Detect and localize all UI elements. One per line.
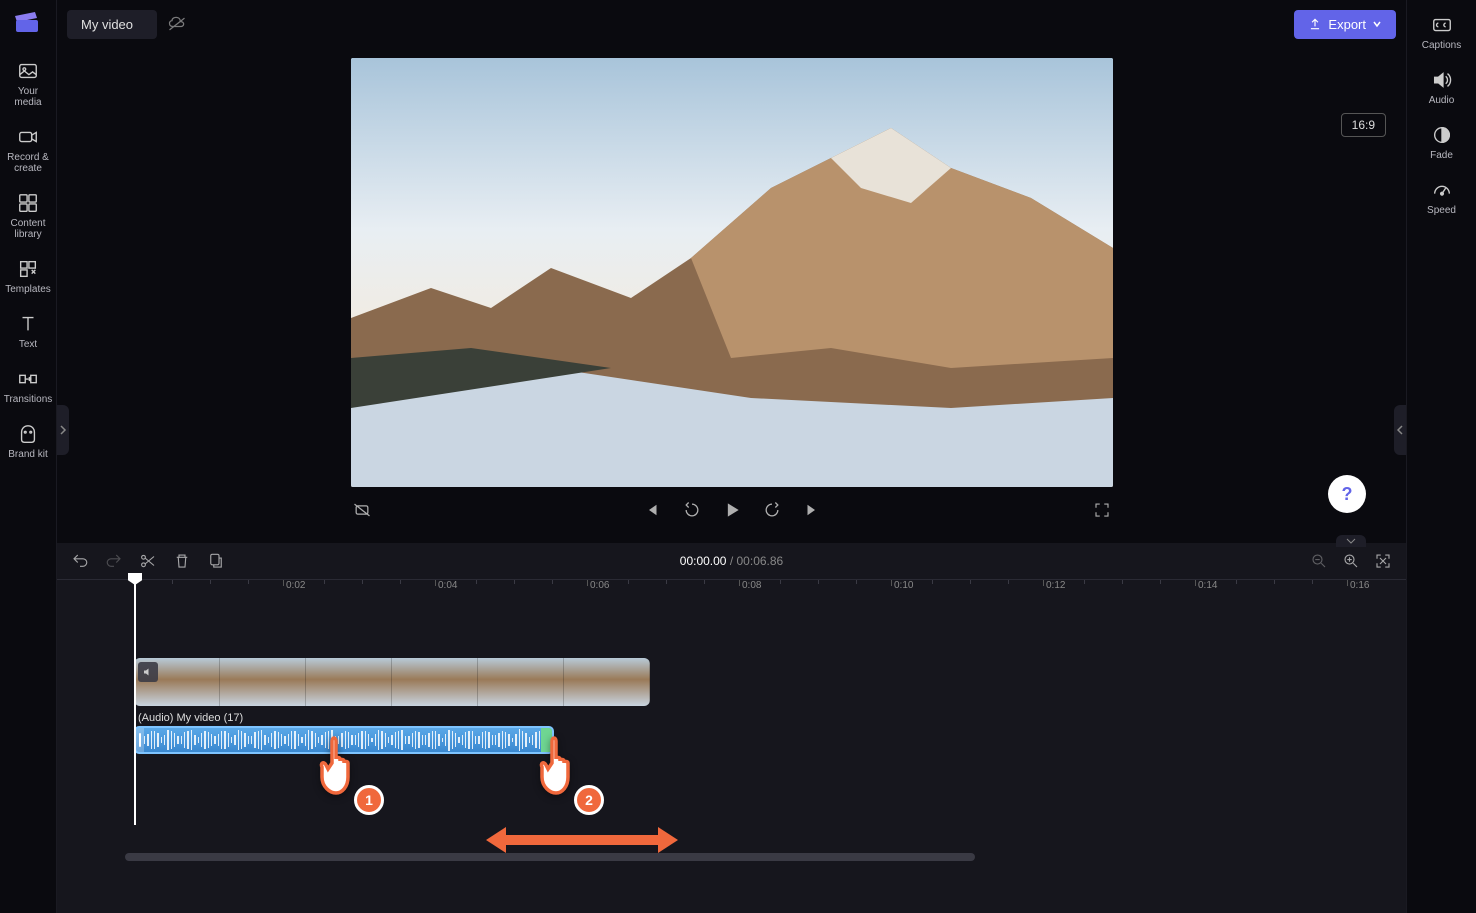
zoom-in-button[interactable] (1342, 552, 1360, 570)
nav-label: Content library (5, 218, 51, 240)
fade-icon (1431, 124, 1453, 146)
aspect-ratio-button[interactable]: 16:9 (1341, 113, 1386, 137)
total-duration: 00:06.86 (737, 554, 784, 568)
nav-label: Your media (5, 86, 51, 108)
timeline-timecode: 00:00.00 / 00:06.86 (680, 554, 783, 568)
crop-icon[interactable] (351, 499, 373, 521)
zoom-out-button[interactable] (1310, 552, 1328, 570)
upload-icon (1308, 17, 1322, 31)
nav-fade[interactable]: Fade (1412, 116, 1472, 171)
nav-label: Transitions (4, 394, 53, 405)
brandkit-icon (17, 423, 39, 445)
left-sidebar: Your media Record & create Content libra… (0, 0, 57, 913)
top-bar: Export (57, 0, 1406, 48)
nav-your-media[interactable]: Your media (3, 52, 53, 118)
skip-forward-icon[interactable] (801, 499, 823, 521)
nav-captions[interactable]: Captions (1412, 6, 1472, 61)
duplicate-button[interactable] (207, 552, 225, 570)
templates-icon (17, 258, 39, 280)
clip-mute-icon[interactable] (138, 662, 158, 682)
help-button[interactable]: ? (1328, 475, 1366, 513)
waveform (144, 728, 544, 752)
project-title-input[interactable] (67, 10, 157, 39)
record-icon (17, 126, 39, 148)
nav-label: Fade (1430, 150, 1453, 161)
timeline-toolbar: 00:00.00 / 00:06.86 (57, 543, 1406, 579)
main-area: Export 16:9 (57, 0, 1406, 913)
timeline-ruler[interactable]: 0:020:040:060:080:100:120:140:16 (57, 579, 1406, 603)
play-button[interactable] (721, 499, 743, 521)
nav-audio[interactable]: Audio (1412, 61, 1472, 116)
library-icon (17, 192, 39, 214)
split-button[interactable] (139, 552, 157, 570)
video-clip[interactable] (134, 658, 650, 706)
nav-content-library[interactable]: Content library (3, 184, 53, 250)
nav-label: Captions (1422, 40, 1461, 51)
app-logo (13, 8, 43, 34)
cloud-sync-icon[interactable] (167, 14, 187, 34)
audio-trim-end-handle[interactable] (541, 726, 554, 754)
captions-icon (1431, 14, 1453, 36)
rewind-icon[interactable] (681, 499, 703, 521)
audio-clip-label: (Audio) My video (17) (134, 710, 1406, 726)
nav-text[interactable]: Text (3, 305, 53, 360)
right-sidebar: Captions Audio Fade Speed (1406, 0, 1476, 913)
redo-button[interactable] (105, 552, 123, 570)
playback-controls (351, 487, 1113, 525)
media-icon (17, 60, 39, 82)
nav-label: Speed (1427, 205, 1456, 216)
nav-brand-kit[interactable]: Brand kit (3, 415, 53, 470)
audio-icon (1431, 69, 1453, 91)
fit-timeline-button[interactable] (1374, 552, 1392, 570)
transitions-icon (17, 368, 39, 390)
timeline-section: 00:00.00 / 00:06.86 0:020:040:060:080:10… (57, 543, 1406, 913)
nav-label: Templates (5, 284, 51, 295)
chevron-down-icon (1372, 19, 1382, 29)
undo-button[interactable] (71, 552, 89, 570)
forward-icon[interactable] (761, 499, 783, 521)
export-button[interactable]: Export (1294, 10, 1396, 39)
nav-record-create[interactable]: Record & create (3, 118, 53, 184)
timeline-tracks[interactable]: (Audio) My video (17) (57, 603, 1406, 913)
nav-templates[interactable]: Templates (3, 250, 53, 305)
nav-label: Audio (1429, 95, 1455, 106)
delete-button[interactable] (173, 552, 191, 570)
nav-label: Record & create (5, 152, 51, 174)
annotation-drag-arrow (482, 823, 682, 857)
skip-back-icon[interactable] (641, 499, 663, 521)
nav-label: Brand kit (8, 449, 47, 460)
speed-icon (1431, 179, 1453, 201)
audio-clip[interactable] (134, 726, 554, 754)
nav-label: Text (19, 339, 37, 350)
preview-area: 16:9 ? (57, 48, 1406, 543)
collapse-right-panel[interactable] (1394, 405, 1406, 455)
current-time: 00:00.00 (680, 554, 727, 568)
audio-trim-start-handle[interactable] (136, 728, 144, 752)
text-icon (17, 313, 39, 335)
fullscreen-icon[interactable] (1091, 499, 1113, 521)
nav-speed[interactable]: Speed (1412, 171, 1472, 226)
video-preview[interactable] (351, 58, 1113, 487)
export-label: Export (1328, 17, 1366, 32)
playhead[interactable] (134, 575, 136, 825)
nav-transitions[interactable]: Transitions (3, 360, 53, 415)
